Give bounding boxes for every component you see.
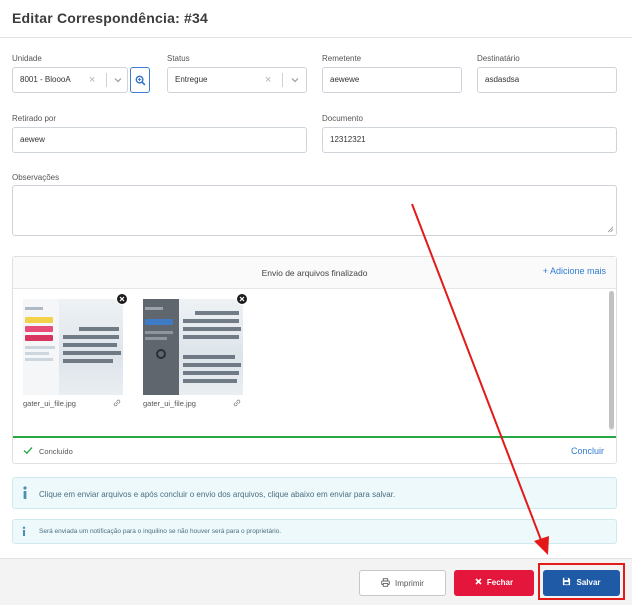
close-icon: [239, 296, 245, 302]
unidade-clear-icon[interactable]: ×: [89, 68, 95, 92]
uploader-footer: Concluído Concluir: [13, 438, 616, 463]
file-name: gater_ui_file.jpg: [143, 399, 196, 408]
retirado-por-label: Retirado por: [12, 114, 57, 123]
thumbnail-document: [23, 299, 59, 395]
status-value: Entregue: [175, 75, 208, 84]
print-label: Imprimir: [395, 579, 424, 588]
destinatario-input[interactable]: asdasdsa: [477, 67, 617, 93]
unidade-value: 8001 - BloooA: [20, 75, 71, 84]
unidade-select[interactable]: 8001 - BloooA ×: [12, 67, 128, 93]
scrollbar-thumb[interactable]: [609, 291, 614, 429]
info-icon: [22, 526, 26, 536]
uploader-title: Envio de arquivos finalizado: [261, 268, 368, 278]
file-item: gater_ui_file.jpg: [143, 293, 248, 409]
unidade-search-button[interactable]: [130, 67, 150, 93]
unidade-label: Unidade: [12, 54, 42, 63]
uploader-header: Envio de arquivos finalizado + Adicione …: [13, 257, 616, 289]
zoom-icon: [135, 75, 146, 86]
select-separator: [282, 73, 283, 87]
close-button[interactable]: Fechar: [454, 570, 534, 596]
file-item: gater_ui_file.jpg: [23, 293, 128, 409]
info-alert: Clique em enviar arquivos e após conclui…: [12, 477, 617, 509]
thumbnail-phone: [143, 299, 179, 395]
remetente-input[interactable]: aewewe: [322, 67, 462, 93]
documento-label: Documento: [322, 114, 363, 123]
status-clear-icon[interactable]: ×: [265, 68, 271, 92]
remove-file-button[interactable]: [236, 293, 248, 305]
status-select[interactable]: Entregue ×: [167, 67, 307, 93]
remove-file-button[interactable]: [116, 293, 128, 305]
file-thumbnail[interactable]: [143, 299, 243, 395]
file-thumbnail[interactable]: [23, 299, 123, 395]
observacoes-label: Observações: [12, 173, 60, 182]
uploader-file-list: gater_ui_file.jpg gater_ui_file.jpg: [13, 289, 616, 437]
remetente-value: aewewe: [330, 75, 360, 84]
retirado-por-value: aewew: [20, 135, 45, 144]
close-icon: [475, 578, 482, 585]
modal-header: Editar Correspondência: #34: [0, 0, 632, 38]
status-label: Status: [167, 54, 190, 63]
retirado-por-input[interactable]: aewew: [12, 127, 307, 153]
finish-upload-link[interactable]: Concluir: [571, 446, 604, 456]
uploader-scrollbar[interactable]: [609, 291, 614, 431]
observacoes-textarea[interactable]: [12, 185, 617, 236]
resize-grip-icon[interactable]: [607, 226, 614, 233]
upload-status: Concluído: [39, 447, 73, 456]
file-name: gater_ui_file.jpg: [23, 399, 76, 408]
close-icon: [119, 296, 125, 302]
info-icon: [23, 486, 27, 499]
documento-input[interactable]: 12312321: [322, 127, 617, 153]
alert-text: Será enviada um notificação para o inqui…: [39, 528, 282, 535]
destinatario-label: Destinatário: [477, 54, 520, 63]
page-title: Editar Correspondência: #34: [12, 10, 209, 26]
print-button[interactable]: Imprimir: [359, 570, 446, 596]
save-highlight-box: [538, 563, 625, 600]
chevron-down-icon[interactable]: [290, 75, 300, 85]
documento-value: 12312321: [330, 135, 366, 144]
check-icon: [23, 447, 33, 455]
remetente-label: Remetente: [322, 54, 362, 63]
link-icon[interactable]: [113, 399, 121, 407]
chevron-down-icon[interactable]: [113, 75, 123, 85]
printer-icon: [381, 578, 390, 588]
alert-text: Clique em enviar arquivos e após conclui…: [39, 490, 396, 499]
file-uploader: Envio de arquivos finalizado + Adicione …: [12, 256, 617, 464]
add-more-link[interactable]: + Adicione mais: [543, 266, 606, 276]
select-separator: [106, 73, 107, 87]
close-label: Fechar: [486, 578, 514, 587]
link-icon[interactable]: [233, 399, 241, 407]
destinatario-value: asdasdsa: [485, 75, 520, 84]
notification-alert: Será enviada um notificação para o inqui…: [12, 519, 617, 544]
